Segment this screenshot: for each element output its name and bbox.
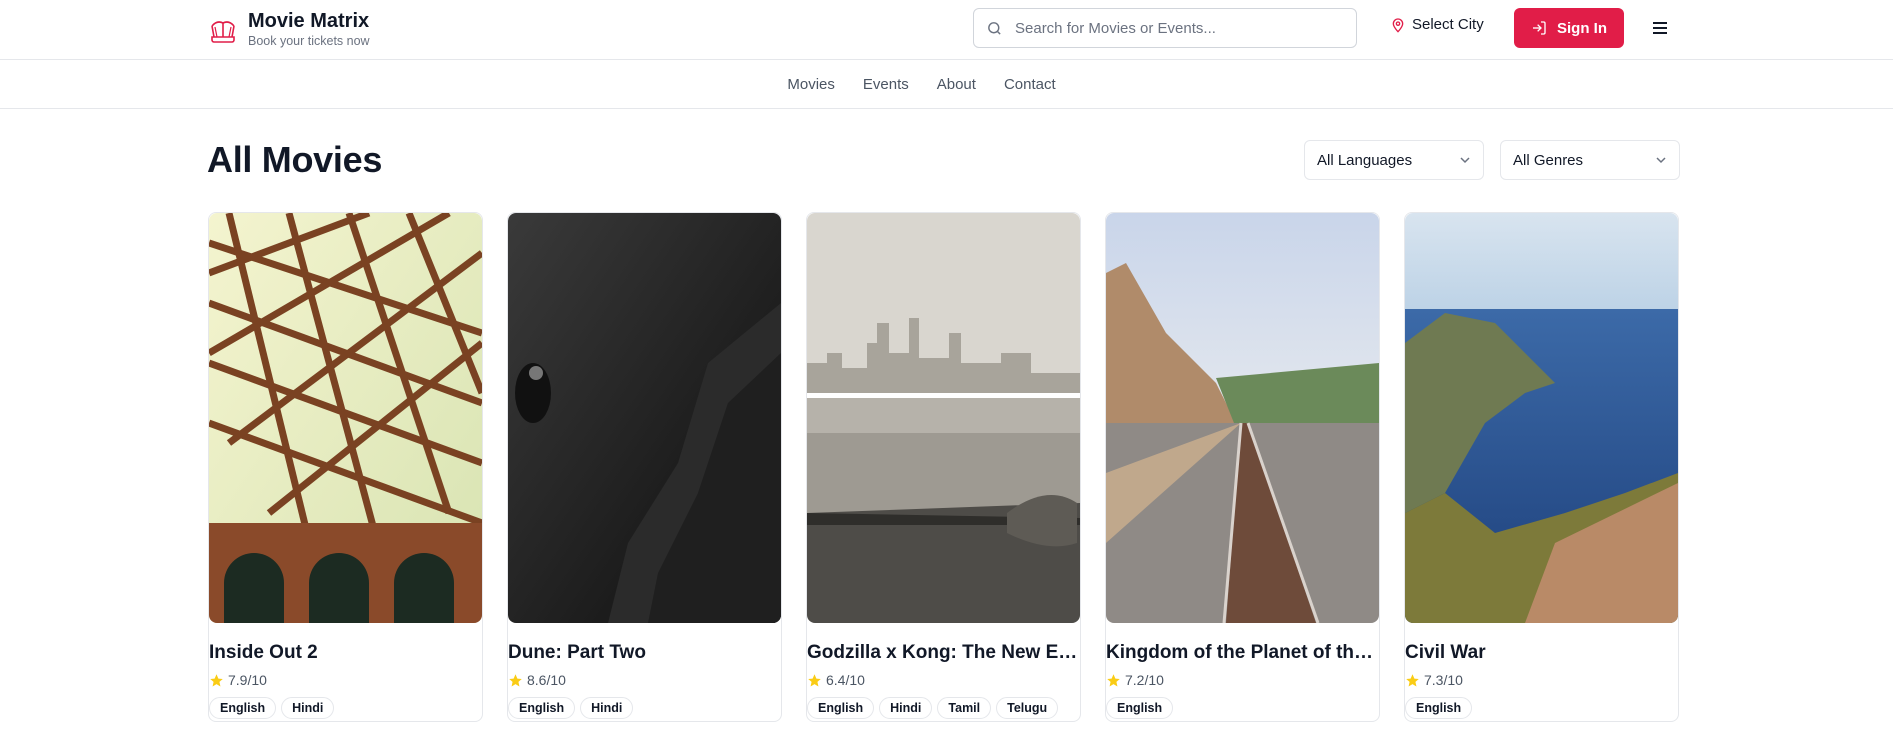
movie-rating: 7.3/10 — [1405, 672, 1678, 688]
movie-title: Dune: Part Two — [508, 642, 646, 663]
language-tag: English — [1106, 697, 1174, 719]
brand[interactable]: Movie Matrix Book your tickets now — [208, 10, 370, 49]
movie-card[interactable]: Civil War 7.3/10 English — [1404, 212, 1679, 722]
language-filter-select[interactable]: All Languages — [1304, 140, 1484, 180]
language-tag: Hindi — [879, 697, 933, 719]
movie-rating: 7.9/10 — [209, 672, 482, 688]
language-tags: English Hindi — [508, 697, 781, 719]
brand-tagline: Book your tickets now — [248, 34, 370, 48]
language-tag: English — [1405, 697, 1473, 719]
genre-filter-value: All Genres — [1513, 151, 1584, 169]
main-nav: Movies Events About Contact — [0, 61, 1893, 109]
movie-poster[interactable] — [807, 213, 1080, 623]
language-tags: English Hindi — [209, 697, 482, 719]
movie-card[interactable]: Kingdom of the Planet of the Apes 7.2/10… — [1105, 212, 1380, 722]
star-icon — [1406, 673, 1419, 686]
language-tag: Telugu — [996, 697, 1059, 719]
sign-in-label: Sign In — [1557, 19, 1607, 37]
movie-rating-value: 7.9/10 — [228, 672, 267, 688]
language-tag: Tamil — [937, 697, 992, 719]
top-header: Movie Matrix Book your tickets now Selec… — [0, 0, 1893, 60]
movie-rating-value: 8.6/10 — [527, 672, 566, 688]
chevron-down-icon — [1460, 157, 1470, 164]
hamburger-menu-button[interactable] — [1650, 16, 1670, 40]
search-icon — [988, 21, 1001, 35]
movie-rating: 6.4/10 — [807, 672, 1080, 688]
movie-grid: Inside Out 2 7.9/10 English Hindi Dune: … — [208, 212, 1679, 722]
chevron-down-icon — [1656, 157, 1666, 164]
movie-rating-value: 7.3/10 — [1424, 672, 1463, 688]
map-pin-icon — [1392, 17, 1404, 33]
movie-card[interactable]: Inside Out 2 7.9/10 English Hindi — [208, 212, 483, 722]
brand-logo-icon — [211, 20, 235, 43]
nav-item-about[interactable]: About — [937, 76, 976, 93]
language-tag: English — [209, 697, 277, 719]
language-tag: Hindi — [580, 697, 634, 719]
movie-rating-value: 6.4/10 — [826, 672, 865, 688]
movie-title: Civil War — [1405, 642, 1486, 663]
poster-underwater-image — [508, 213, 781, 623]
language-tags: English — [1405, 697, 1678, 719]
login-icon — [1533, 21, 1546, 35]
language-tag: English — [807, 697, 875, 719]
movie-rating: 7.2/10 — [1106, 672, 1379, 688]
movie-poster[interactable] — [508, 213, 781, 623]
star-icon — [210, 673, 223, 686]
search-input[interactable] — [1015, 19, 1335, 37]
search-box[interactable] — [973, 8, 1357, 48]
language-tag: Hindi — [281, 697, 335, 719]
hamburger-menu-icon — [1653, 22, 1667, 34]
movie-title: Godzilla x Kong: The New Empire — [807, 642, 1080, 663]
movie-poster[interactable] — [209, 213, 482, 623]
poster-bridge-image — [209, 213, 482, 623]
brand-name: Movie Matrix — [248, 10, 370, 32]
select-city-button[interactable]: Select City — [1390, 16, 1484, 33]
language-tags: English Hindi Tamil Telugu — [807, 697, 1080, 719]
poster-railway-image — [1106, 213, 1379, 623]
language-tags: English — [1106, 697, 1379, 719]
nav-item-contact[interactable]: Contact — [1004, 76, 1056, 93]
nav-item-movies[interactable]: Movies — [787, 76, 835, 93]
genre-filter-select[interactable]: All Genres — [1500, 140, 1680, 180]
movie-title: Kingdom of the Planet of the Apes — [1106, 642, 1379, 663]
poster-coast-image — [1405, 213, 1678, 623]
page-title: All Movies — [207, 139, 383, 180]
movie-poster[interactable] — [1405, 213, 1678, 623]
movie-card[interactable]: Dune: Part Two 8.6/10 English Hindi — [507, 212, 782, 722]
star-icon — [1107, 673, 1120, 686]
star-icon — [808, 673, 821, 686]
sign-in-button[interactable]: Sign In — [1514, 8, 1624, 48]
language-filter-value: All Languages — [1317, 151, 1413, 169]
movie-title: Inside Out 2 — [209, 642, 318, 663]
movie-rating-value: 7.2/10 — [1125, 672, 1164, 688]
movie-poster[interactable] — [1106, 213, 1379, 623]
poster-city-water-image — [807, 213, 1080, 623]
movie-rating: 8.6/10 — [508, 672, 781, 688]
star-icon — [509, 673, 522, 686]
nav-item-events[interactable]: Events — [863, 76, 909, 93]
movie-card[interactable]: Godzilla x Kong: The New Empire 6.4/10 E… — [806, 212, 1081, 722]
language-tag: English — [508, 697, 576, 719]
select-city-label: Select City — [1412, 16, 1484, 33]
